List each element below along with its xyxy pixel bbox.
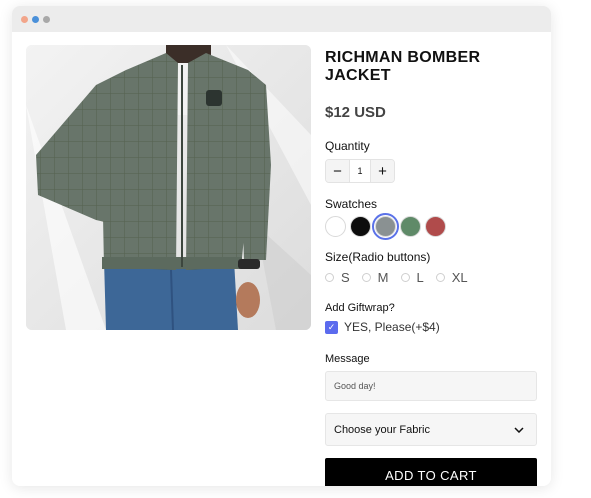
swatch-black[interactable] — [350, 216, 371, 237]
size-option-label: L — [416, 270, 424, 285]
size-option-s[interactable]: S — [325, 270, 350, 285]
add-to-cart-button[interactable]: ADD TO CART — [325, 458, 537, 486]
radio-button[interactable] — [325, 273, 334, 282]
window-dot-minimize[interactable] — [32, 15, 39, 23]
product-price: $12 USD — [325, 104, 386, 121]
window-dot-close[interactable] — [21, 15, 28, 23]
message-label: Message — [325, 353, 370, 365]
radio-button[interactable] — [361, 273, 371, 282]
size-label: Size(Radio buttons) — [325, 250, 431, 264]
radio-button[interactable] — [435, 273, 445, 282]
jacket-photo-icon — [26, 45, 311, 330]
size-radio-group: S M L XL — [325, 270, 537, 285]
size-option-l[interactable]: L — [400, 270, 424, 285]
checkmark-icon: ✓ — [327, 321, 336, 332]
window-titlebar — [12, 6, 551, 32]
size-option-m[interactable]: M — [361, 270, 389, 285]
size-option-label: S — [341, 270, 350, 285]
window-dot-maximize[interactable] — [43, 15, 50, 23]
fabric-select[interactable]: Choose your Fabric — [325, 413, 537, 446]
fabric-select-value: Choose your Fabric — [334, 423, 430, 436]
product-title: RICHMAN BOMBER JACKET — [325, 49, 481, 84]
radio-button[interactable] — [400, 273, 410, 282]
swatch-green[interactable] — [400, 216, 421, 237]
swatch-list — [325, 213, 537, 240]
quantity-label: Quantity — [325, 139, 370, 153]
size-option-label: XL — [451, 270, 468, 285]
swatch-white[interactable] — [325, 216, 346, 237]
quantity-value[interactable]: 1 — [349, 160, 371, 182]
product-window: RICHMAN BOMBER JACKET $12 USD Quantity −… — [12, 6, 551, 486]
giftwrap-label: Add Giftwrap? — [325, 302, 395, 314]
giftwrap-checkbox[interactable]: ✓ — [325, 320, 338, 334]
size-option-label: M — [377, 270, 389, 285]
chevron-down-icon — [514, 426, 524, 433]
swatch-gray[interactable] — [372, 213, 399, 240]
swatch-red[interactable] — [425, 216, 446, 237]
quantity-increase-button[interactable]: + — [371, 160, 394, 182]
message-input[interactable] — [325, 371, 537, 401]
quantity-decrease-button[interactable]: − — [326, 160, 349, 182]
size-option-xl[interactable]: XL — [435, 270, 468, 285]
quantity-stepper: − 1 + — [325, 159, 395, 183]
giftwrap-option-label: YES, Please(+$4) — [344, 320, 440, 334]
giftwrap-option[interactable]: ✓ YES, Please(+$4) — [325, 320, 537, 334]
swatches-label: Swatches — [325, 197, 378, 211]
product-image — [26, 45, 311, 330]
product-details: RICHMAN BOMBER JACKET $12 USD Quantity −… — [325, 45, 537, 486]
